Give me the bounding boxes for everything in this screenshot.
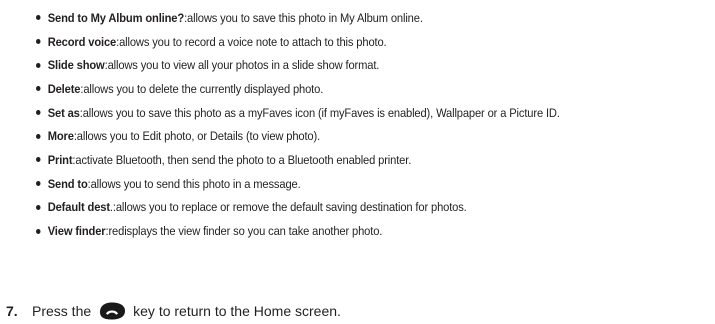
bullet-icon xyxy=(36,204,41,210)
option-term: More xyxy=(47,129,74,144)
option-term: Send to My Album online? xyxy=(47,10,185,25)
bullet-icon xyxy=(36,86,41,92)
option-description: redisplays the view finder so you can ta… xyxy=(108,224,383,239)
option-description: activate Bluetooth, then send the photo … xyxy=(75,152,412,167)
option-term: Record voice xyxy=(47,34,117,49)
option-term: Default dest xyxy=(47,200,110,215)
option-description: allows you to Edit photo, or Details (to… xyxy=(76,129,321,144)
bullet-icon xyxy=(36,228,41,234)
option-description: allows you to record a voice note to att… xyxy=(119,34,387,49)
option-description: allows you to send this photo in a messa… xyxy=(90,176,301,191)
bullet-icon xyxy=(36,62,41,68)
instruction-step: 7. Press the key to return to the Home s… xyxy=(6,300,341,322)
option-description: allows you to replace or remove the defa… xyxy=(115,200,467,215)
bullet-icon xyxy=(36,157,41,163)
list-item: Send to My Album online?: allows you to … xyxy=(36,6,560,30)
option-term: Set as xyxy=(47,105,80,120)
option-term: Send to xyxy=(47,176,88,191)
step-text-after: key to return to the Home screen. xyxy=(133,303,341,319)
option-term: View finder xyxy=(47,224,106,239)
list-item: Print: activate Bluetooth, then send the… xyxy=(36,148,560,172)
step-number: 7. xyxy=(6,303,18,319)
list-item: Send to: allows you to send this photo i… xyxy=(36,172,560,196)
option-term: Slide show xyxy=(47,58,105,73)
photo-options-list: Send to My Album online?: allows you to … xyxy=(36,6,618,243)
option-description: allows you to save this photo in My Albu… xyxy=(187,10,423,25)
list-item: Delete: allows you to delete the current… xyxy=(36,77,560,101)
list-item: Slide show: allows you to view all your … xyxy=(36,53,560,77)
list-item: Default dest.: allows you to replace or … xyxy=(36,196,560,220)
end-key-icon xyxy=(97,301,127,321)
option-description: allows you to save this photo as a myFav… xyxy=(82,105,560,120)
option-term: Print xyxy=(47,152,73,167)
bullet-icon xyxy=(36,133,41,139)
option-description: allows you to delete the currently displ… xyxy=(83,81,324,96)
option-description: allows you to view all your photos in a … xyxy=(107,58,380,73)
bullet-icon xyxy=(36,181,41,187)
bullet-icon xyxy=(36,110,41,116)
list-item: More: allows you to Edit photo, or Detai… xyxy=(36,124,560,148)
step-text-before: Press the xyxy=(32,303,92,319)
option-term: Delete xyxy=(47,81,81,96)
list-item: Record voice: allows you to record a voi… xyxy=(36,30,560,54)
list-item: View finder: redisplays the view finder … xyxy=(36,219,560,243)
manual-page: Send to My Album online?: allows you to … xyxy=(0,0,715,323)
bullet-icon xyxy=(36,39,41,45)
list-item: Set as: allows you to save this photo as… xyxy=(36,101,560,125)
bullet-icon xyxy=(36,15,41,21)
